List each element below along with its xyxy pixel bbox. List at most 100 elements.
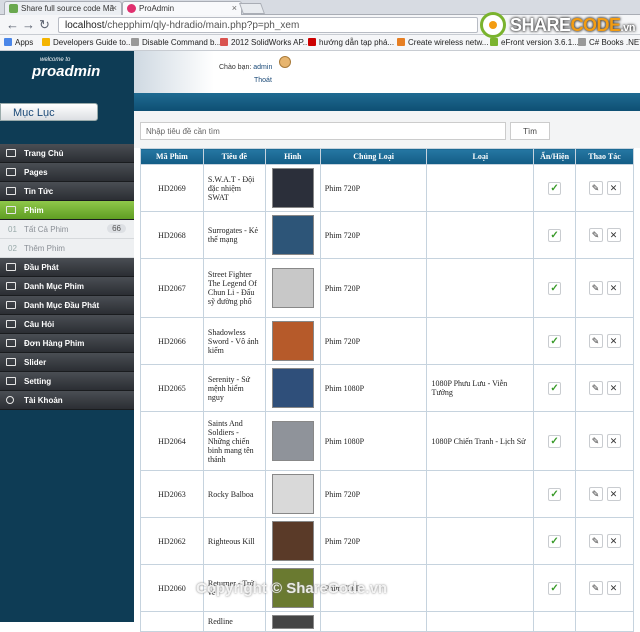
bookmark-icon — [490, 38, 498, 46]
movie-poster[interactable] — [271, 421, 314, 461]
edit-icon[interactable]: ✎ — [588, 228, 603, 242]
browser-tab-sharecode[interactable]: Share full source code Mã × — [4, 1, 122, 15]
subitem-number: 01 — [8, 225, 17, 234]
sidebar-item-slider[interactable]: Slider — [0, 353, 134, 372]
edit-icon[interactable]: ✎ — [588, 581, 603, 595]
username-link[interactable]: admin — [253, 64, 272, 71]
url-input[interactable]: localhost/chepphim/qly-hdradio/main.php?… — [58, 17, 478, 33]
folder-icon — [6, 206, 16, 214]
movie-thumbnail-cell — [264, 470, 321, 518]
sidebar-item-dau-phat[interactable]: Đầu Phát — [0, 258, 134, 277]
bookmark-item[interactable]: Disable Command b... — [131, 38, 221, 47]
folder-icon — [6, 263, 16, 271]
sidebar-item-setting[interactable]: Setting — [0, 372, 134, 391]
movie-poster[interactable] — [271, 368, 314, 408]
column-header[interactable]: Tiêu đề — [202, 148, 266, 165]
delete-icon[interactable]: ✕ — [606, 534, 621, 548]
close-icon[interactable]: × — [232, 3, 237, 13]
brand-name: proadmin — [32, 63, 101, 80]
logout-link[interactable]: Thoát — [254, 77, 272, 84]
edit-icon[interactable]: ✎ — [588, 434, 603, 448]
movie-poster[interactable] — [271, 215, 314, 255]
delete-icon[interactable]: ✕ — [606, 381, 621, 395]
sidebar-item-danh-muc-phim[interactable]: Danh Mục Phim — [0, 277, 134, 296]
delete-icon[interactable]: ✕ — [606, 334, 621, 348]
movie-category — [426, 564, 535, 612]
greeting-label: Chào bạn: — [219, 64, 252, 71]
visibility-checkbox[interactable]: ✓ — [548, 534, 562, 548]
edit-icon[interactable]: ✎ — [588, 534, 603, 548]
column-header[interactable]: Mã Phim — [140, 148, 204, 165]
back-icon[interactable]: ← — [6, 18, 19, 32]
user-avatar-icon — [279, 56, 291, 68]
movie-category: 1080P Chiến Tranh - Lịch Sử — [426, 411, 535, 471]
movie-poster[interactable] — [271, 474, 314, 514]
sidebar-item-trang-chu[interactable]: Trang Chủ — [0, 144, 134, 163]
search-input[interactable]: Nhập tiêu đề cần tìm — [140, 122, 506, 140]
movie-title: Rocky Balboa — [202, 470, 266, 518]
reload-icon[interactable]: ↻ — [39, 18, 50, 32]
movie-poster[interactable] — [271, 168, 314, 208]
movie-thumbnail-cell — [264, 517, 321, 565]
edit-icon[interactable]: ✎ — [588, 487, 603, 501]
visibility-checkbox[interactable]: ✓ — [548, 334, 562, 348]
bookmark-item[interactable]: Developers Guide to... — [42, 38, 133, 47]
actions-cell: ✎ ✕ — [575, 564, 634, 612]
delete-icon[interactable]: ✕ — [606, 434, 621, 448]
movie-poster[interactable] — [271, 521, 314, 561]
visibility-checkbox[interactable]: ✓ — [548, 381, 562, 395]
close-icon[interactable]: × — [112, 3, 117, 13]
column-header[interactable]: Chủng Loại — [319, 148, 428, 165]
visibility-checkbox[interactable]: ✓ — [548, 434, 562, 448]
sidebar-item-label: Phim — [24, 206, 44, 215]
sidebar-item-label: Tất Cả Phim — [24, 225, 69, 234]
delete-icon[interactable]: ✕ — [606, 228, 621, 242]
sidebar-item-cau-hoi[interactable]: Câu Hỏi — [0, 315, 134, 334]
movie-thumbnail-cell — [264, 364, 321, 412]
movie-poster[interactable] — [271, 321, 314, 361]
sidebar-item-danh-muc-dau-phat[interactable]: Danh Mục Đầu Phát — [0, 296, 134, 315]
bookmark-item[interactable]: Create wireless netw... — [397, 38, 488, 47]
delete-icon[interactable]: ✕ — [606, 181, 621, 195]
search-button[interactable]: Tìm — [510, 122, 550, 140]
table-row: HD2069 S.W.A.T - Đội đặc nhiệm SWAT Phim 7… — [140, 164, 634, 212]
sidebar-item-label: Câu Hỏi — [24, 320, 55, 329]
movie-poster[interactable] — [271, 268, 314, 308]
bookmark-item[interactable]: eFront version 3.6.1... — [490, 38, 579, 47]
bookmark-icon — [42, 38, 50, 46]
browser-tab-proadmin[interactable]: ProAdmin × — [122, 1, 242, 15]
bookmark-item[interactable]: hướng dẫn tạp phá... — [308, 38, 394, 47]
visibility-checkbox[interactable]: ✓ — [548, 181, 562, 195]
title-band — [134, 93, 640, 111]
edit-icon[interactable]: ✎ — [588, 334, 603, 348]
new-tab-button[interactable] — [238, 3, 266, 14]
brand-logo[interactable]: welcome to proadmin — [32, 57, 101, 80]
sidebar-item-phim[interactable]: Phim — [0, 201, 134, 220]
sidebar-item-tai-khoan[interactable]: Tài Khoản — [0, 391, 134, 410]
sidebar-item-pages[interactable]: Pages — [0, 163, 134, 182]
sidebar-subitem-them-phim[interactable]: 02 Thêm Phim — [0, 239, 134, 258]
sidebar-item-label: Thêm Phim — [24, 244, 65, 253]
forward-icon[interactable]: → — [22, 18, 35, 32]
edit-icon[interactable]: ✎ — [588, 381, 603, 395]
bookmark-item[interactable]: C# Books .NET B — [578, 38, 640, 47]
edit-icon[interactable]: ✎ — [588, 181, 603, 195]
delete-icon[interactable]: ✕ — [606, 581, 621, 595]
visibility-checkbox[interactable]: ✓ — [548, 581, 562, 595]
bookmark-label: Create wireless netw... — [408, 38, 489, 47]
delete-icon[interactable]: ✕ — [606, 281, 621, 295]
movie-category: 1080P Phưu Lưu - Viễn Tưởng — [426, 364, 535, 412]
visibility-checkbox[interactable]: ✓ — [548, 487, 562, 501]
tab-label: Share full source code Mã — [21, 4, 114, 13]
visibility-checkbox[interactable]: ✓ — [548, 228, 562, 242]
sidebar-item-don-hang-phim[interactable]: Đơn Hàng Phim — [0, 334, 134, 353]
visibility-checkbox[interactable]: ✓ — [548, 281, 562, 295]
bookmark-apps[interactable]: Apps — [4, 38, 33, 47]
visibility-cell: ✓ — [533, 517, 577, 565]
edit-icon[interactable]: ✎ — [588, 281, 603, 295]
bookmark-item[interactable]: 2012 SolidWorks AP... — [220, 38, 309, 47]
sidebar-item-tin-tuc[interactable]: Tin Tức — [0, 182, 134, 201]
delete-icon[interactable]: ✕ — [606, 487, 621, 501]
column-header[interactable]: Loại — [426, 148, 535, 165]
sidebar-subitem-tat-ca-phim[interactable]: 01 Tất Cả Phim 66 — [0, 220, 134, 239]
